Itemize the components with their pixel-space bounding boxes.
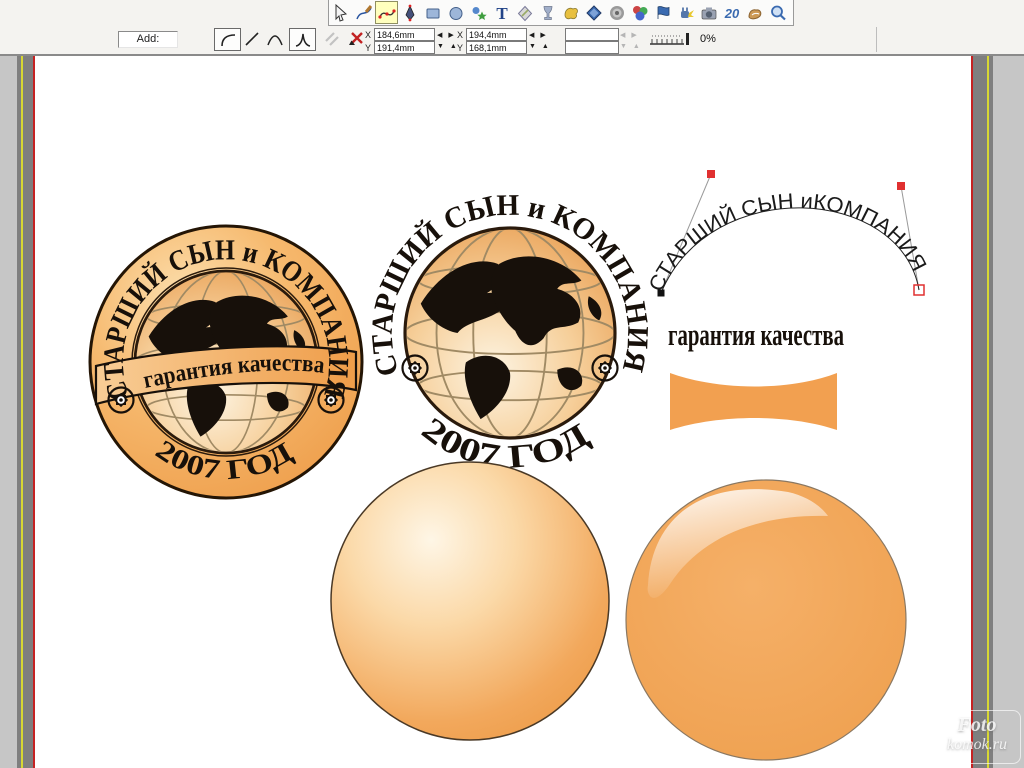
mould-tool[interactable]	[559, 1, 582, 24]
curve-segment-button[interactable]	[214, 28, 241, 51]
push-hand-icon	[747, 8, 761, 19]
blend-diamond-icon	[585, 4, 602, 21]
flag-tool[interactable]	[651, 1, 674, 24]
quality-text[interactable]: гарантия качества	[668, 317, 844, 352]
extra-field-top[interactable]	[565, 28, 619, 41]
cusp-join-icon	[295, 33, 310, 47]
reshape-disabled-icon	[325, 32, 339, 46]
rectangle-tool[interactable]	[421, 1, 444, 24]
gradient-sphere-left[interactable]	[330, 461, 610, 741]
app-window: T 20 Add: X 184,6mm Y 191,4mm ◀ ▶ ▼ ▲ X …	[0, 0, 1024, 768]
x2-field[interactable]	[466, 28, 527, 41]
cusp-join-button[interactable]	[289, 28, 316, 51]
plug-icon	[680, 7, 694, 18]
glossy-sphere-right[interactable]	[625, 479, 907, 761]
line-segment-icon	[245, 31, 259, 46]
control-point-right[interactable]	[897, 182, 905, 190]
x1-field[interactable]	[374, 28, 435, 41]
control-point-left[interactable]	[707, 170, 715, 178]
extra-steppers-top[interactable]: ◀ ▶	[620, 31, 639, 39]
x1-steppers[interactable]: ◀ ▶	[437, 31, 456, 39]
coin-logo[interactable]: гарантия качества СТАРШИЙ СЫН и КОМПАНИЯ…	[88, 224, 364, 500]
property-bar: Add: X Y	[0, 25, 1024, 54]
rectangle-icon	[426, 8, 439, 18]
fill-tool[interactable]	[513, 1, 536, 24]
smoothness-value: 0%	[700, 33, 716, 45]
ellipse-icon	[449, 6, 462, 20]
zoom-tool[interactable]	[766, 1, 789, 24]
mould-blob-icon	[564, 7, 578, 19]
middle-globe[interactable]	[405, 228, 615, 438]
y2-field[interactable]	[466, 41, 527, 54]
ruler-slider-icon	[650, 33, 689, 45]
y1-label: Y	[364, 43, 371, 53]
curve-segment-icon	[220, 33, 235, 46]
shape-editor-tool[interactable]	[375, 1, 398, 24]
selector-icon	[335, 3, 347, 22]
y2-steppers[interactable]: ▼ ▲	[529, 43, 551, 50]
plugin-effects-tool[interactable]	[674, 1, 697, 24]
extra-steppers-bottom[interactable]: ▼ ▲	[620, 43, 642, 50]
wine-glass-icon	[543, 5, 552, 20]
camera-icon	[701, 7, 716, 19]
frame-tool[interactable]: 20	[720, 1, 743, 24]
y1-field[interactable]	[374, 41, 435, 54]
x2-label: X	[456, 30, 463, 40]
delete-points-icon	[349, 32, 363, 45]
main-toolbar: T 20	[328, 0, 794, 26]
x2-steppers[interactable]: ◀ ▶	[529, 31, 548, 39]
pen-icon	[405, 4, 414, 21]
text-tool-icon: T	[496, 4, 508, 23]
spheres-icon	[632, 5, 647, 20]
contour-tool[interactable]	[605, 1, 628, 24]
drawing-canvas[interactable]: гарантия качества СТАРШИЙ СЫН и КОМПАНИЯ…	[0, 56, 1024, 768]
top-toolbar-area: T 20 Add: X 184,6mm Y 191,4mm ◀ ▶ ▼ ▲ X …	[0, 0, 1024, 56]
smooth-join-icon	[267, 34, 283, 45]
text-tool[interactable]: T	[490, 1, 513, 24]
quickshape-tool[interactable]	[467, 1, 490, 24]
y2-label: Y	[456, 43, 463, 53]
line-segment-button[interactable]	[243, 28, 261, 49]
extra-field-bottom[interactable]	[565, 41, 619, 54]
smooth-join-button[interactable]	[264, 28, 286, 49]
delete-points-button[interactable]	[346, 29, 366, 52]
fill-diamond-icon	[517, 5, 532, 21]
selector-tool[interactable]	[329, 1, 352, 24]
transparency-tool[interactable]	[536, 1, 559, 24]
pen-tool[interactable]	[398, 1, 421, 24]
photo-tool[interactable]	[697, 1, 720, 24]
push-tool[interactable]	[743, 1, 766, 24]
frame-20-icon: 20	[723, 6, 739, 21]
freehand-tool[interactable]	[352, 1, 375, 24]
x1-label: X	[364, 30, 371, 40]
quickshape-icon	[472, 6, 487, 20]
disc-icon	[609, 5, 624, 20]
shape-editor-icon	[377, 8, 396, 19]
ellipse-tool[interactable]	[444, 1, 467, 24]
svg-text:T: T	[496, 4, 508, 23]
node-start[interactable]	[657, 289, 665, 297]
add-label-box: Add:	[118, 31, 178, 48]
freehand-pencil-icon	[355, 4, 372, 19]
extrude-tool[interactable]	[628, 1, 651, 24]
propbar-divider	[876, 27, 877, 52]
svg-text:20: 20	[723, 6, 739, 21]
smoothness-slider[interactable]	[648, 31, 694, 52]
canvas-area: гарантия качества СТАРШИЙ СЫН и КОМПАНИЯ…	[0, 56, 1024, 768]
reshape-disabled-button[interactable]	[322, 29, 342, 52]
blend-tool[interactable]	[582, 1, 605, 24]
magnifier-icon	[770, 5, 786, 20]
add-label: Add:	[136, 33, 160, 45]
flag-icon	[657, 5, 669, 19]
